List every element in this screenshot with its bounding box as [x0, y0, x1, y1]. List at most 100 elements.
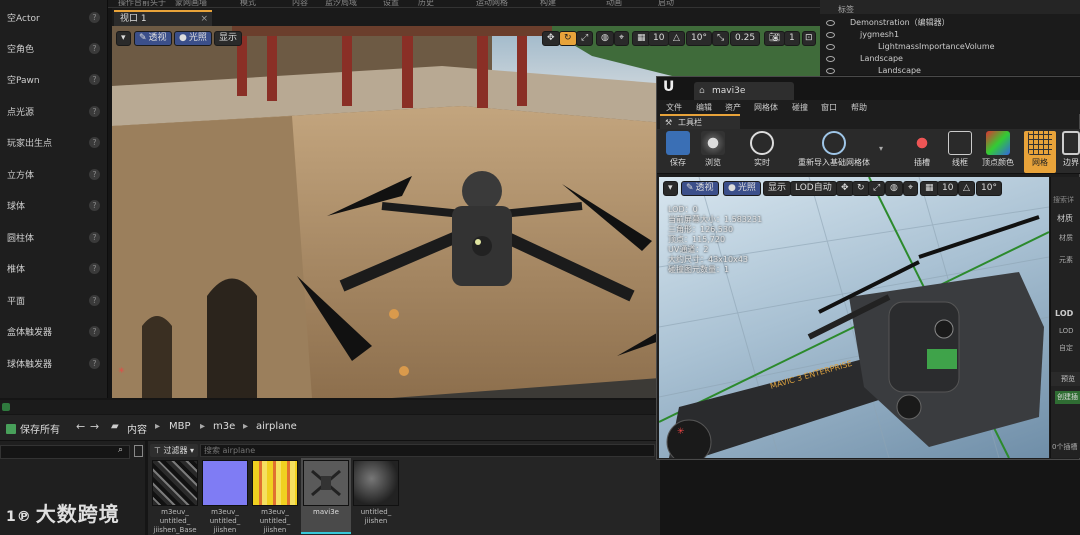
help-icon[interactable]: ? — [89, 73, 100, 85]
lod-auto-button[interactable]: LOD自动 — [790, 181, 837, 196]
actor-item-empty-pawn[interactable]: 空Pawn? — [0, 64, 108, 94]
help-icon[interactable]: ? — [89, 294, 100, 306]
scale-mode-icon[interactable]: ⤢ — [868, 181, 886, 196]
rotation-snap-icon[interactable]: △ — [958, 181, 975, 196]
translate-mode-icon[interactable]: ✥ — [836, 181, 854, 196]
chevron-down-icon[interactable]: ▾ — [876, 144, 886, 153]
grid-button[interactable]: 网格 — [1024, 131, 1056, 173]
grid-value[interactable]: 10 — [937, 181, 959, 196]
menu-item-help[interactable]: 帮助 — [851, 102, 867, 113]
close-icon[interactable]: × — [200, 12, 208, 26]
vertex-colors-button[interactable]: 顶点颜色 — [980, 131, 1016, 168]
breadcrumb-item[interactable]: m3e — [213, 421, 235, 432]
create-socket-button[interactable]: 创建插 — [1055, 391, 1080, 404]
top-menu-item[interactable]: 内容 — [292, 0, 308, 8]
menu-item-window[interactable]: 窗口 — [821, 102, 837, 113]
asset-thumbnail[interactable] — [202, 460, 248, 506]
add-icon[interactable] — [2, 403, 10, 411]
breadcrumb-item[interactable]: 内容 — [127, 421, 147, 436]
actor-item-point-light[interactable]: 点光源? — [0, 96, 108, 126]
actor-item-cone[interactable]: 椎体? — [0, 253, 108, 283]
actor-item-cylinder[interactable]: 圆柱体? — [0, 222, 108, 252]
surface-snap-icon[interactable]: ⌖ — [903, 181, 919, 196]
menu-item-mesh[interactable]: 网格体 — [754, 102, 778, 113]
maximize-icon[interactable]: ⊡ — [802, 31, 816, 46]
asset-thumbnail[interactable] — [252, 460, 298, 506]
scale-mode-icon[interactable]: ⤢ — [576, 31, 594, 46]
actor-item-cube[interactable]: 立方体? — [0, 159, 108, 189]
realtime-button[interactable]: 实时 — [748, 131, 776, 168]
help-icon[interactable]: ? — [89, 325, 100, 337]
top-menu-item[interactable]: 操作台前头于 — [118, 0, 166, 8]
help-icon[interactable]: ? — [89, 136, 100, 148]
top-menu-item[interactable]: 运动网格 — [476, 0, 508, 8]
world-space-icon[interactable]: ◍ — [596, 31, 614, 46]
view-options-icon[interactable] — [134, 445, 143, 457]
preview-tab[interactable]: 预览 — [1051, 372, 1080, 386]
visibility-icon[interactable] — [826, 20, 835, 26]
rotate-mode-icon[interactable]: ↻ — [852, 181, 870, 196]
menu-item-asset[interactable]: 资产 — [725, 102, 741, 113]
top-menu-item[interactable]: 历史 — [418, 0, 434, 8]
help-icon[interactable]: ? — [89, 42, 100, 54]
menu-item-file[interactable]: 文件 — [666, 102, 682, 113]
visibility-icon[interactable] — [826, 32, 835, 38]
wireframe-button[interactable]: 线框 — [946, 131, 974, 168]
lit-button[interactable]: ● 光照 — [723, 181, 761, 196]
back-icon[interactable]: ← — [76, 420, 85, 433]
toolbar-tab[interactable]: ⚒ 工具栏 — [660, 114, 740, 129]
camera-speed-icon[interactable]: 📷︎ — [764, 31, 786, 46]
help-icon[interactable]: ? — [89, 105, 100, 117]
camera-speed-value[interactable]: 1 — [784, 31, 800, 46]
actor-item-sphere-trigger[interactable]: 球体触发器? — [0, 348, 108, 378]
outliner-row[interactable]: LightmassImportanceVolume — [820, 41, 1080, 53]
top-menu-item[interactable]: 蒙网画墙 — [175, 0, 207, 8]
visibility-icon[interactable] — [826, 56, 835, 62]
folder-search-input[interactable] — [0, 445, 130, 459]
asset-thumbnail[interactable] — [303, 460, 349, 506]
bounds-button[interactable]: 边界 — [1062, 131, 1080, 168]
asset-thumbnail[interactable] — [353, 460, 399, 506]
menu-item-collision[interactable]: 碰撞 — [792, 102, 808, 113]
viewport-options-button[interactable]: ▾ — [663, 181, 678, 196]
show-button[interactable]: 显示 — [214, 31, 243, 46]
outliner-row[interactable]: Landscape — [820, 53, 1080, 65]
actor-item-box-trigger[interactable]: 盒体触发器? — [0, 316, 108, 346]
top-menu-item[interactable]: 启动 — [658, 0, 674, 8]
scale-snap-icon[interactable]: ⤡ — [712, 31, 730, 46]
browse-button[interactable]: 浏览 — [699, 131, 727, 168]
grid-value[interactable]: 10 — [648, 31, 670, 46]
sockets-button[interactable]: 插槽 — [908, 131, 936, 168]
surface-snap-icon[interactable]: ⌖ — [614, 31, 630, 46]
show-button[interactable]: 显示 — [763, 181, 792, 196]
translate-mode-icon[interactable]: ✥ — [542, 31, 560, 46]
asset-search-input[interactable] — [200, 444, 655, 457]
section-lod[interactable]: LOD — [1055, 309, 1073, 318]
perspective-button[interactable]: ✎ 透视 — [134, 31, 172, 46]
rotation-snap-value[interactable]: 10° — [976, 181, 1002, 196]
visibility-icon[interactable] — [826, 68, 835, 74]
top-menu-item[interactable]: 设置 — [383, 0, 399, 8]
world-space-icon[interactable]: ◍ — [885, 181, 903, 196]
actor-item-empty-actor[interactable]: 空Actor? — [0, 2, 108, 32]
forward-icon[interactable]: → — [90, 420, 99, 433]
top-menu-item[interactable]: 模式 — [240, 0, 256, 8]
help-icon[interactable]: ? — [89, 262, 100, 274]
viewport-options-button[interactable]: ▾ — [116, 31, 131, 46]
grid-snap-icon[interactable]: ▦ — [920, 181, 939, 196]
actor-item-plane[interactable]: 平面? — [0, 285, 108, 315]
help-icon[interactable]: ? — [89, 357, 100, 369]
save-button[interactable]: 保存 — [666, 131, 690, 168]
folder-icon[interactable]: ▰ — [111, 421, 119, 432]
section-materials[interactable]: 材质 — [1057, 213, 1073, 224]
details-search-input[interactable]: 搜索详 — [1053, 195, 1074, 205]
actor-item-player-start[interactable]: 玩家出生点? — [0, 127, 108, 157]
rotation-snap-icon[interactable]: △ — [668, 31, 685, 46]
actor-item-sphere[interactable]: 球体? — [0, 190, 108, 220]
save-all-button[interactable]: 保存所有 — [6, 421, 60, 436]
outliner-row[interactable]: jygmesh1 — [820, 29, 1080, 41]
help-icon[interactable]: ? — [89, 11, 100, 23]
menu-item-edit[interactable]: 编辑 — [696, 102, 712, 113]
top-menu-item[interactable]: 构建 — [540, 0, 556, 8]
filter-button[interactable]: ⊤ 过滤器 ▾ — [150, 444, 199, 457]
